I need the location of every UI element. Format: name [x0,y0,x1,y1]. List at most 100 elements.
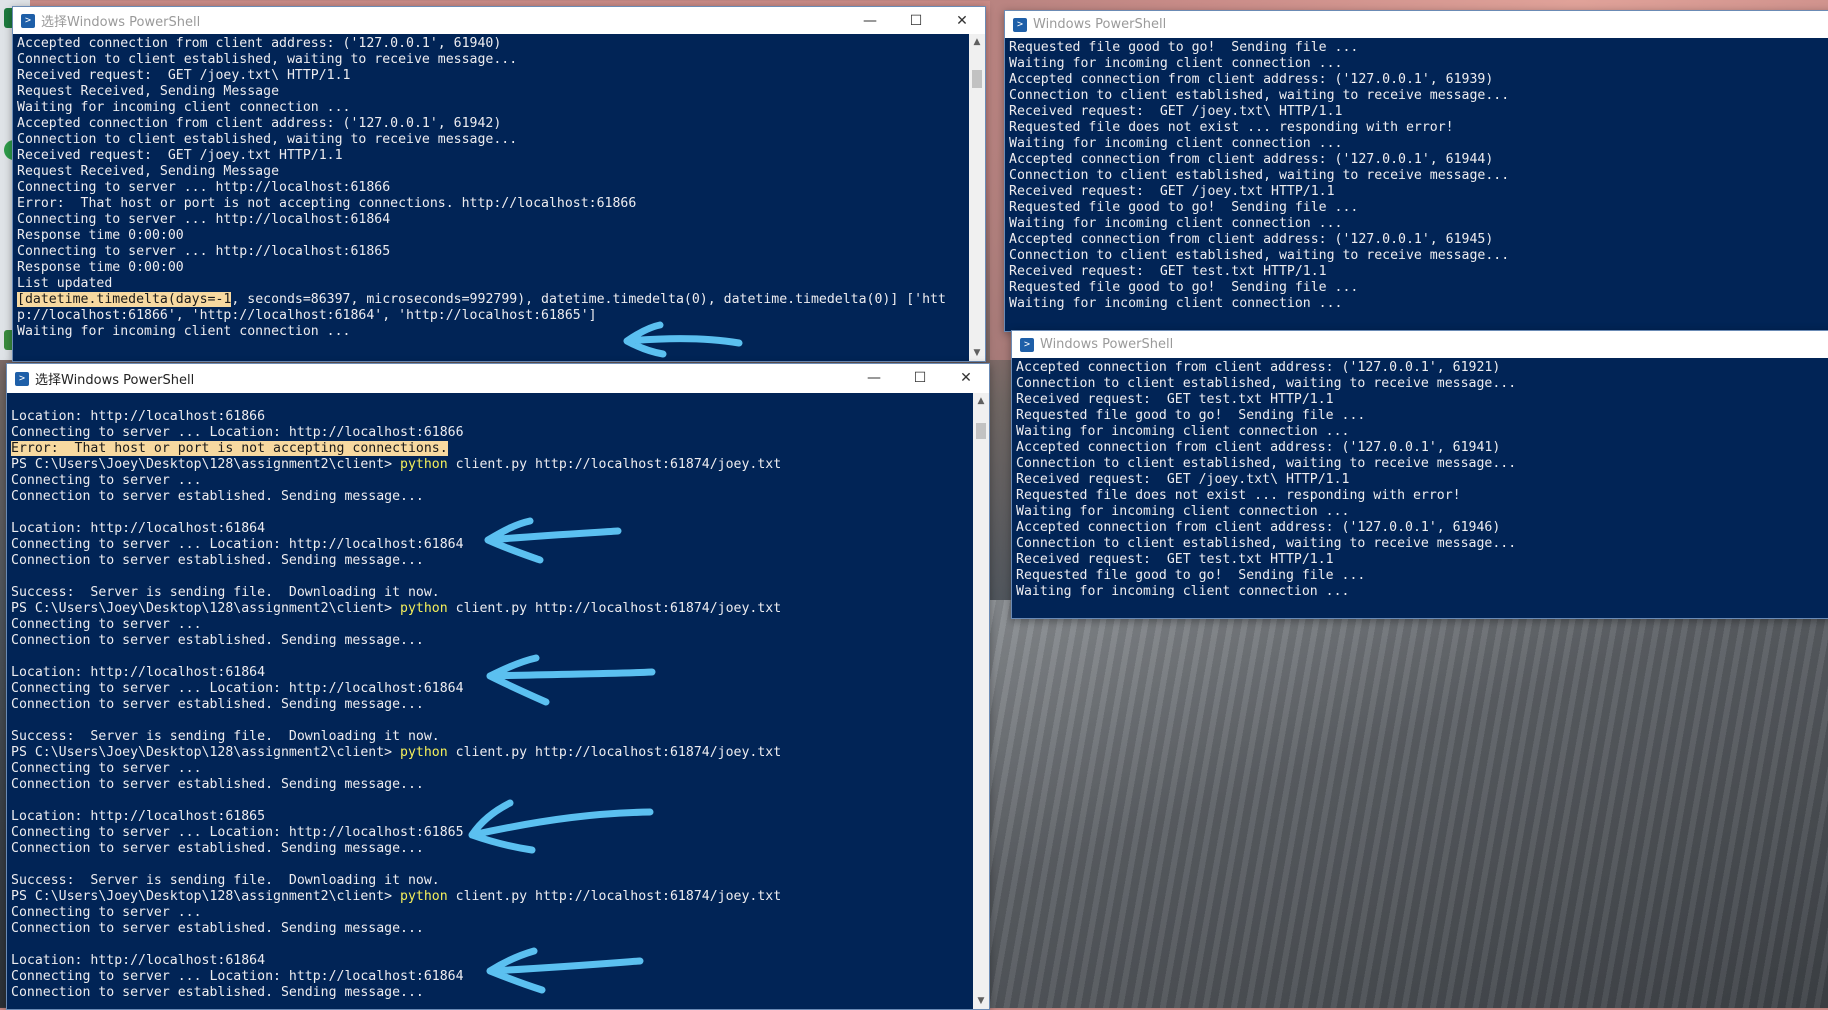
console-line: Received request: GET /joey.txt\ HTTP/1.… [1016,472,1350,487]
console-line: Received request: GET /joey.txt\ HTTP/1.… [17,68,351,83]
console-line: Success: Server is sending file. Downloa… [11,585,440,600]
console-text: PS C:\Users\Joey\Desktop\128\assignment2… [11,745,401,760]
console-line: Waiting for incoming client connection .… [1016,584,1350,599]
console-text: python [400,457,448,472]
console-line: Received request: GET /joey.txt HTTP/1.1 [1009,184,1335,199]
window-title: 选择Windows PowerShell [41,15,201,30]
console-line: PS C:\Users\Joey\Desktop\128\assignment2… [11,601,973,617]
console-line: Accepted connection from client address:… [1016,360,1501,375]
minimize-button[interactable]: — [847,7,893,34]
maximize-button[interactable]: ☐ [897,364,943,391]
console-line: Connection to server established. Sendin… [11,921,424,936]
console-line: Requested file good to go! Sending file … [1009,200,1359,215]
close-button[interactable]: ✕ [939,7,985,34]
console-line: [datetime.timedelta(days=-1, seconds=863… [17,292,969,308]
console-text: client.py http://localhost:61874/joey.tx… [447,601,782,616]
console-line: Requested file good to go! Sending file … [1016,568,1366,583]
console-text: PS C:\Users\Joey\Desktop\128\assignment2… [11,457,401,472]
console-output[interactable]: Accepted connection from client address:… [1012,358,1828,618]
console-output[interactable]: Accepted connection from client address:… [13,34,969,361]
console-line: Requested file does not exist ... respon… [1016,488,1461,503]
console-line: Connecting to server ... http://localhos… [17,180,391,195]
powershell-icon: > [1013,17,1027,32]
console-text: PS C:\Users\Joey\Desktop\128\assignment2… [11,601,401,616]
console-line: Location: http://localhost:61866 [11,409,266,424]
console-text: PS C:\Users\Joey\Desktop\128\assignment2… [11,889,401,904]
title-bar[interactable]: > 选择Windows PowerShell — ☐ ✕ [13,7,985,34]
console-text: python [400,745,448,760]
close-button[interactable]: ✕ [943,364,989,391]
scroll-down-arrow-icon[interactable]: ▼ [969,345,985,361]
console-line: Connection to client established, waitin… [1009,248,1510,263]
powershell-icon: > [21,13,35,28]
console-line: Connection to client established, waitin… [17,132,518,147]
powershell-icon: > [1020,337,1034,352]
scroll-down-arrow-icon[interactable]: ▼ [973,993,989,1009]
console-line: Connection to server established. Sendin… [11,489,424,504]
console-line: Connection to client established, waitin… [17,52,518,67]
scroll-up-arrow-icon[interactable]: ▲ [973,393,989,409]
console-line: Error: That host or port is not acceptin… [11,441,973,457]
arrow-annotation-icon [486,654,656,706]
console-line: Accepted connection from client address:… [17,116,502,131]
console-line: Waiting for incoming client connection .… [1009,56,1343,71]
console-line: Requested file good to go! Sending file … [1009,280,1359,295]
console-line: Received request: GET test.txt HTTP/1.1 [1016,392,1334,407]
console-line: Accepted connection from client address:… [17,36,502,51]
console-text: python [400,889,448,904]
console-line: Waiting for incoming client connection .… [1016,504,1350,519]
console-line: Request Received, Sending Message [17,164,280,179]
title-bar[interactable]: > Windows PowerShell [1005,11,1828,38]
console-line: PS C:\Users\Joey\Desktop\128\assignment2… [11,457,973,473]
arrow-annotation-icon [468,799,654,854]
console-text: python [400,601,448,616]
console-text: , seconds=86397, microseconds=992799), d… [231,292,946,307]
powershell-window-server-a[interactable]: > Windows PowerShell Requested file good… [1004,10,1828,332]
console-line: PS C:\Users\Joey\Desktop\128\assignment2… [11,745,973,761]
console-text: Error: That host or port is not acceptin… [11,441,448,456]
scroll-up-arrow-icon[interactable]: ▲ [969,34,985,50]
console-line: Request Received, Sending Message [17,84,280,99]
console-line: Connection to client established, waitin… [1016,536,1517,551]
console-line: Connection to client established, waitin… [1016,456,1517,471]
powershell-window-proxy[interactable]: > 选择Windows PowerShell — ☐ ✕ Accepted co… [12,6,986,362]
maximize-button[interactable]: ☐ [893,7,939,34]
scroll-thumb[interactable] [976,423,986,439]
console-line: Accepted connection from client address:… [1016,520,1501,535]
console-line: Received request: GET test.txt HTTP/1.1 [1016,552,1334,567]
console-line: Connection to client established, waitin… [1016,376,1517,391]
console-line: Connecting to server ... Location: http:… [11,425,464,440]
arrow-annotation-icon [623,321,743,358]
console-line: Connecting to server ... [11,473,202,488]
scrollbar[interactable]: ▲ ▼ [969,34,985,361]
powershell-window-server-b[interactable]: > Windows PowerShell Accepted connection… [1011,330,1828,619]
console-line: Waiting for incoming client connection .… [1009,136,1343,151]
console-line: Success: Server is sending file. Downloa… [11,873,440,888]
console-line: Connection to client established, waitin… [1009,168,1510,183]
console-line: Waiting for incoming client connection .… [1009,296,1343,311]
console-line: Received request: GET /joey.txt\ HTTP/1.… [1009,104,1343,119]
console-text: client.py http://localhost:61874/joey.tx… [447,889,782,904]
title-bar[interactable]: > Windows PowerShell [1012,331,1828,358]
console-text: client.py http://localhost:61874/joey.tx… [447,745,782,760]
console-line: Connection to server established. Sendin… [11,777,424,792]
console-line: PS C:\Users\Joey\Desktop\128\assignment2… [11,889,973,905]
scrollbar[interactable]: ▲ ▼ [973,393,989,1009]
powershell-icon: > [15,371,29,386]
scroll-thumb[interactable] [972,70,982,88]
console-line: Connection to client established, waitin… [1009,88,1510,103]
window-title: Windows PowerShell [1033,17,1167,32]
console-line: Connecting to server ... [11,905,202,920]
minimize-button[interactable]: — [851,364,897,391]
title-bar[interactable]: > 选择Windows PowerShell — ☐ ✕ [7,364,989,393]
console-line: Requested file good to go! Sending file … [1009,40,1359,55]
console-line: Waiting for incoming client connection .… [1016,424,1350,439]
window-title: Windows PowerShell [1040,337,1174,352]
console-line: Connecting to server ... [11,617,202,632]
console-line: Waiting for incoming client connection .… [1009,216,1343,231]
console-output[interactable]: Requested file good to go! Sending file … [1005,38,1828,331]
console-line: Response time 0:00:00 [17,260,184,275]
